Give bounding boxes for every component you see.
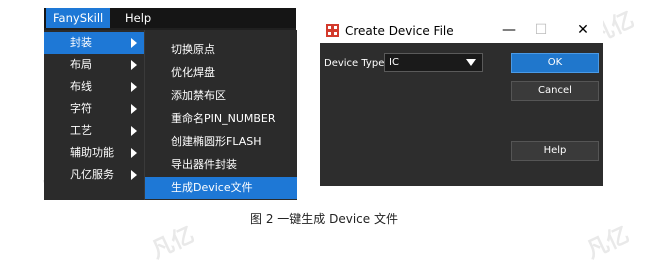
- menu-item-label: 切换原点: [171, 43, 215, 56]
- menu-item-auxiliary[interactable]: 辅助功能: [44, 142, 144, 164]
- minimize-button[interactable]: —: [498, 19, 520, 43]
- menu-item-create-oval-flash[interactable]: 创建椭圆形FLASH: [145, 131, 297, 153]
- menu-item-add-keepout[interactable]: 添加禁布区: [145, 85, 297, 107]
- device-type-value: IC: [389, 57, 399, 68]
- device-type-select[interactable]: IC: [384, 53, 483, 72]
- menu-item-label: 添加禁布区: [171, 89, 226, 102]
- menu-item-label: 重命名PIN_NUMBER: [171, 112, 276, 125]
- menu-item-text[interactable]: 字符: [44, 98, 144, 120]
- menu-item-label: 优化焊盘: [171, 66, 215, 79]
- submenu-arrow-icon: [131, 148, 137, 158]
- menu-item-switch-origin[interactable]: 切换原点: [145, 39, 297, 61]
- menu-item-label: 布线: [70, 80, 92, 93]
- menu-item-label: 字符: [70, 102, 92, 115]
- menu-item-process[interactable]: 工艺: [44, 120, 144, 142]
- dialog-body: Device Type: IC OK Cancel Help: [320, 43, 603, 186]
- submenu-arrow-icon: [131, 82, 137, 92]
- menubar-item-help[interactable]: Help: [118, 8, 158, 28]
- menu-item-label: 凡亿服务: [70, 168, 114, 181]
- menu-item-generate-device-file[interactable]: 生成Device文件: [145, 177, 297, 199]
- menu-item-optimize-pad[interactable]: 优化焊盘: [145, 62, 297, 84]
- menu-item-label: 创建椭圆形FLASH: [171, 135, 262, 148]
- menu-item-label: 辅助功能: [70, 146, 114, 159]
- submenu-footprint: 切换原点 优化焊盘 添加禁布区 重命名PIN_NUMBER 创建椭圆形FLASH…: [144, 30, 297, 200]
- close-button[interactable]: ✕: [572, 19, 594, 43]
- menu-item-label: 工艺: [70, 124, 92, 137]
- help-button[interactable]: Help: [511, 141, 599, 161]
- dialog-titlebar: Create Device File — ☐ ✕: [320, 19, 603, 43]
- cancel-button[interactable]: Cancel: [511, 81, 599, 101]
- menu-item-label: 生成Device文件: [171, 181, 253, 194]
- menu-panel: FanySkill Help 封装 布局 布线 字符 工艺 辅助功能 凡亿服务: [44, 8, 297, 200]
- menubar: FanySkill Help: [44, 8, 296, 28]
- dialog-title: Create Device File: [345, 24, 454, 38]
- maximize-button[interactable]: ☐: [530, 19, 552, 43]
- create-device-file-dialog: Create Device File — ☐ ✕ Device Type: IC…: [320, 19, 603, 186]
- menu-item-label: 封装: [70, 36, 92, 49]
- menu-item-footprint[interactable]: 封装: [44, 32, 144, 54]
- submenu-fanyskill: 封装 布局 布线 字符 工艺 辅助功能 凡亿服务: [44, 30, 144, 200]
- figure-caption: 图 2 一键生成 Device 文件: [250, 212, 398, 226]
- menu-item-export-footprint[interactable]: 导出器件封装: [145, 154, 297, 176]
- menu-item-fanyi-service[interactable]: 凡亿服务: [44, 164, 144, 186]
- app-icon: [326, 24, 339, 37]
- menubar-item-fanyskill[interactable]: FanySkill: [46, 8, 111, 28]
- menu-item-label: 导出器件封装: [171, 158, 237, 171]
- submenu-arrow-icon: [131, 60, 137, 70]
- submenu-arrow-icon: [131, 126, 137, 136]
- submenu-arrow-icon: [131, 170, 137, 180]
- device-type-label: Device Type:: [324, 58, 388, 69]
- menu-item-layout[interactable]: 布局: [44, 54, 144, 76]
- dropdown-arrow-icon: [466, 59, 476, 66]
- ok-button[interactable]: OK: [511, 53, 599, 73]
- menu-item-routing[interactable]: 布线: [44, 76, 144, 98]
- submenu-arrow-icon: [131, 104, 137, 114]
- menu-item-rename-pin-number[interactable]: 重命名PIN_NUMBER: [145, 108, 297, 130]
- menu-item-label: 布局: [70, 58, 92, 71]
- submenu-arrow-icon: [131, 38, 137, 48]
